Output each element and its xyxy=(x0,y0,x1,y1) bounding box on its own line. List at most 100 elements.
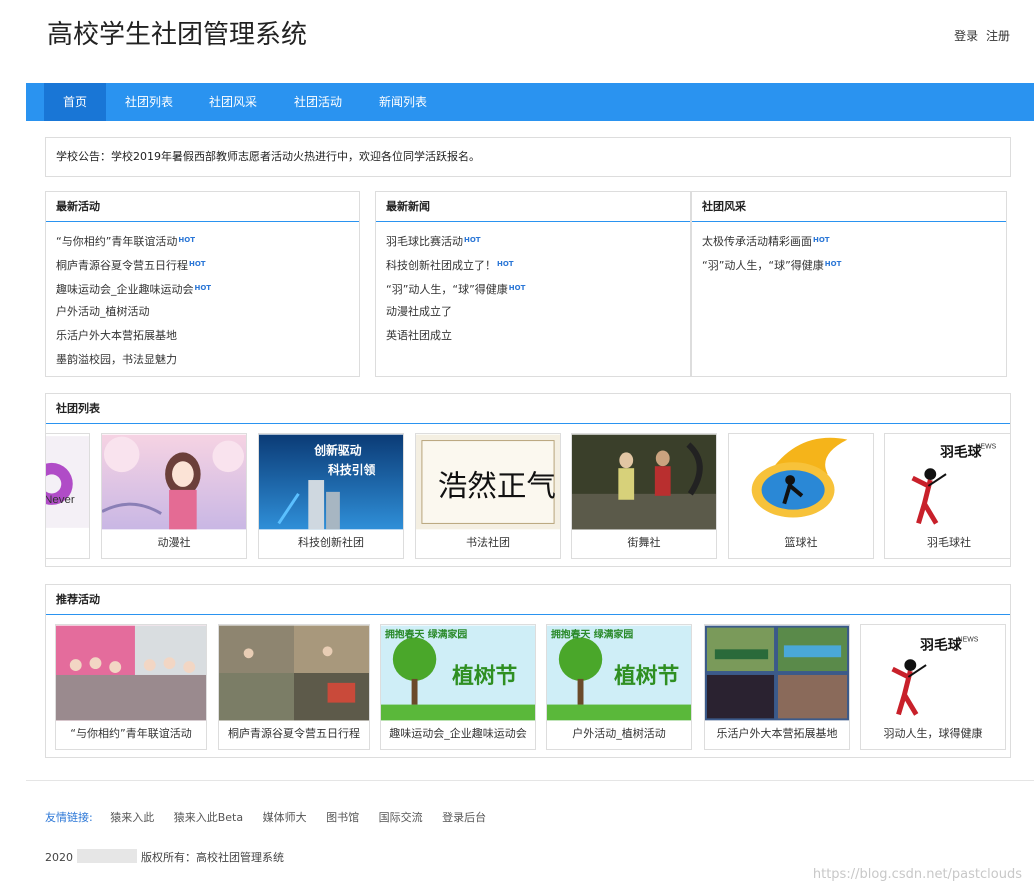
activity-thumb-text: 拥抱春天 绿满家园 xyxy=(551,627,633,640)
club-thumb-image xyxy=(572,434,716,530)
nav-home[interactable]: 首页 xyxy=(44,83,106,121)
list-item[interactable]: “羽”动人生，“球”得健康HOT xyxy=(702,252,1006,276)
site-title: 高校学生社团管理系统 xyxy=(47,20,308,50)
panel-title: 社团列表 xyxy=(46,394,1010,424)
activity-thumb-text: 羽毛球 xyxy=(920,636,962,653)
activity-name: 桐庐青源谷夏令营五日行程 xyxy=(228,727,360,740)
panel-title: 社团风采 xyxy=(692,192,1006,222)
copyright-text: 版权所有：高校社团管理系统 xyxy=(141,851,284,864)
list-item[interactable]: 动漫社成立了 xyxy=(386,300,690,324)
activity-card[interactable]: 桐庐青源谷夏令营五日行程 xyxy=(218,624,370,750)
friend-link[interactable]: 媒体师大 xyxy=(263,811,307,824)
list-item[interactable]: 英语社团成立 xyxy=(386,324,690,348)
login-link[interactable]: 登录 xyxy=(954,29,978,43)
friend-link[interactable]: 猿来入此 xyxy=(110,811,154,824)
club-name: 街舞社 xyxy=(627,536,661,549)
activity-thumb-image: 拥抱春天 绿满家园 植树节 xyxy=(381,625,535,721)
list-item[interactable]: 太极传承活动精彩画面HOT xyxy=(702,228,1006,252)
club-name: 篮球社 xyxy=(784,536,818,549)
club-thumb-image xyxy=(729,434,873,530)
list-item[interactable]: “与你相约”青年联谊活动HOT xyxy=(56,228,359,252)
list-item[interactable]: 户外活动_植树活动 xyxy=(56,300,359,324)
club-style-panel: 社团风采 太极传承活动精彩画面HOT “羽”动人生，“球”得健康HOT xyxy=(691,191,1007,377)
panel-title: 推荐活动 xyxy=(46,585,1010,615)
list-item[interactable]: 羽毛球比赛活动HOT xyxy=(386,228,690,252)
nav-news-list[interactable]: 新闻列表 xyxy=(366,83,440,121)
friend-link[interactable]: 图书馆 xyxy=(326,811,359,824)
activity-list: “与你相约”青年联谊活动HOT 桐庐青源谷夏令营五日行程HOT 趣味运动会_企业… xyxy=(46,222,359,372)
activity-thumb-text: NEWS xyxy=(958,636,979,643)
hot-badge: HOT xyxy=(189,260,206,268)
nav-club-style[interactable]: 社团风采 xyxy=(196,83,270,121)
club-thumb-text: Never xyxy=(46,494,75,506)
news-list: 羽毛球比赛活动HOT 科技创新社团成立了！HOT “羽”动人生，“球”得健康HO… xyxy=(376,222,690,348)
auth-links: 登录 注册 xyxy=(950,27,1010,44)
club-card[interactable]: 羽毛球 NEWS 羽毛球社 xyxy=(884,433,1010,559)
club-card[interactable]: 创新驱动 科技引领 科技创新社团 xyxy=(258,433,404,559)
nav-club-list[interactable]: 社团列表 xyxy=(112,83,186,121)
club-card[interactable]: Never xyxy=(46,433,90,559)
club-thumb-image: Never xyxy=(46,436,89,528)
club-list-panel: 社团列表 Never 动漫社 创新驱动 科技引领 科技创新社团 浩然正气 书法社… xyxy=(45,393,1011,567)
school-notice: 学校公告：学校2019年暑假西部教师志愿者活动火热进行中，欢迎各位同学活跃报名。 xyxy=(45,137,1011,177)
activity-card[interactable]: 拥抱春天 绿满家园 植树节 户外活动_植树活动 xyxy=(546,624,692,750)
club-card[interactable]: 篮球社 xyxy=(728,433,874,559)
footer-divider xyxy=(26,780,1034,781)
nav-club-activity[interactable]: 社团活动 xyxy=(281,83,355,121)
style-list: 太极传承活动精彩画面HOT “羽”动人生，“球”得健康HOT xyxy=(692,222,1006,276)
club-name: 书法社团 xyxy=(466,536,510,549)
activity-thumb-text: 拥抱春天 绿满家园 xyxy=(385,627,467,640)
hot-badge: HOT xyxy=(497,260,514,268)
club-thumb-image: 创新驱动 科技引领 xyxy=(259,434,403,530)
watermark: https://blog.csdn.net/pastclouds xyxy=(812,867,1022,882)
hot-badge: HOT xyxy=(464,236,481,244)
activity-name: 羽动人生，球得健康 xyxy=(883,727,983,740)
club-name: 动漫社 xyxy=(157,536,191,549)
list-item[interactable]: 科技创新社团成立了！HOT xyxy=(386,252,690,276)
club-thumb-image: 浩然正气 xyxy=(416,434,560,530)
hot-badge: HOT xyxy=(194,284,212,292)
activity-card[interactable]: 羽毛球 NEWS 羽动人生，球得健康 xyxy=(860,624,1006,750)
club-thumb-text: 浩然正气 xyxy=(438,469,556,503)
list-item[interactable]: “羽”动人生，“球”得健康HOT xyxy=(386,276,690,300)
copyright: 2020 版权所有：高校社团管理系统 xyxy=(45,849,284,865)
friend-link[interactable]: 猿来入此Beta xyxy=(174,811,243,824)
admin-login-link[interactable]: 登录后台 xyxy=(442,811,486,824)
activity-thumb-image xyxy=(705,625,849,721)
panel-title: 最新活动 xyxy=(46,192,359,222)
club-card[interactable]: 浩然正气 书法社团 xyxy=(415,433,561,559)
main-nav: 首页 社团列表 社团风采 社团活动 新闻列表 xyxy=(26,83,1034,121)
club-card[interactable]: 街舞社 xyxy=(571,433,717,559)
hot-badge: HOT xyxy=(508,284,526,292)
list-item[interactable]: 桐庐青源谷夏令营五日行程HOT xyxy=(56,252,359,276)
activity-card[interactable]: “与你相约”青年联谊活动 xyxy=(55,624,207,750)
copyright-year: 2020 xyxy=(45,851,73,864)
activity-thumb-text: 植树节 xyxy=(614,663,679,689)
club-name xyxy=(46,528,89,558)
club-thumb-text: 科技引领 xyxy=(328,463,375,477)
activity-thumb-image xyxy=(219,625,369,721)
activity-name: 户外活动_植树活动 xyxy=(572,727,666,740)
header: 高校学生社团管理系统 登录 注册 xyxy=(0,0,1034,82)
latest-activities-panel: 最新活动 “与你相约”青年联谊活动HOT 桐庐青源谷夏令营五日行程HOT 趣味运… xyxy=(45,191,360,377)
activity-card[interactable]: 乐活户外大本营拓展基地 xyxy=(704,624,850,750)
activity-name: 趣味运动会_企业趣味运动会 xyxy=(389,727,527,740)
club-thumb-image xyxy=(102,434,246,530)
activity-thumb-text: 植树节 xyxy=(452,663,517,689)
activity-card[interactable]: 拥抱春天 绿满家园 植树节 趣味运动会_企业趣味运动会 xyxy=(380,624,536,750)
register-link[interactable]: 注册 xyxy=(986,29,1010,43)
club-card[interactable]: 动漫社 xyxy=(101,433,247,559)
hot-badge: HOT xyxy=(824,260,842,268)
list-item[interactable]: 墨韵溢校园，书法显魅力 xyxy=(56,348,359,372)
hot-badge: HOT xyxy=(178,236,195,244)
club-thumb-image: 羽毛球 NEWS xyxy=(885,434,1010,530)
panel-title: 最新新闻 xyxy=(376,192,690,222)
activity-thumb-image: 拥抱春天 绿满家园 植树节 xyxy=(547,625,691,721)
list-item[interactable]: 乐活户外大本营拓展基地 xyxy=(56,324,359,348)
friend-link[interactable]: 国际交流 xyxy=(379,811,423,824)
recommended-activities-panel: 推荐活动 “与你相约”青年联谊活动 桐庐青源谷夏令营五日行程 拥抱春天 绿满家园… xyxy=(45,584,1011,758)
redacted-block xyxy=(77,849,137,863)
list-item[interactable]: 趣味运动会_企业趣味运动会HOT xyxy=(56,276,359,300)
friend-links: 友情链接: 猿来入此 猿来入此Beta 媒体师大 图书馆 国际交流 登录后台 xyxy=(45,809,502,825)
activity-name: 乐活户外大本营拓展基地 xyxy=(716,727,838,740)
